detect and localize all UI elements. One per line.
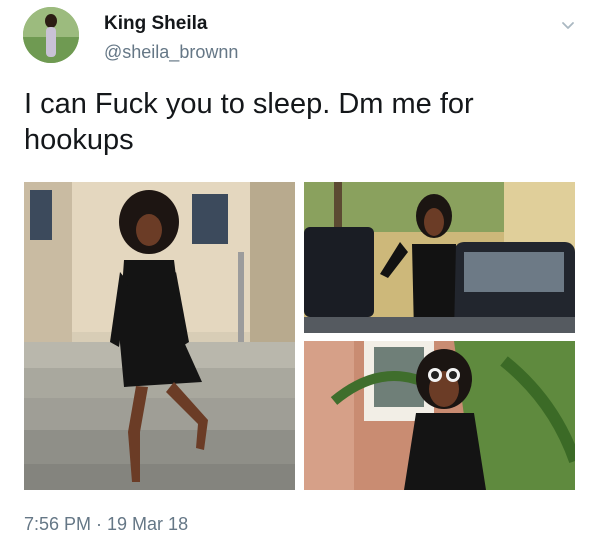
photo-car[interactable] (304, 182, 575, 333)
tweet-text: I can Fuck you to sleep. Dm me for hooku… (24, 88, 474, 156)
display-name[interactable]: King Sheila (104, 12, 207, 36)
avatar[interactable] (23, 7, 79, 63)
photo-sunglasses[interactable] (304, 341, 575, 490)
chevron-down-icon[interactable] (560, 18, 576, 34)
tweet-timestamp[interactable]: 7:56 PM · 19 Mar 18 (24, 512, 188, 536)
user-handle[interactable]: @sheila_brownn (104, 40, 238, 64)
photo-steps[interactable] (24, 182, 295, 490)
